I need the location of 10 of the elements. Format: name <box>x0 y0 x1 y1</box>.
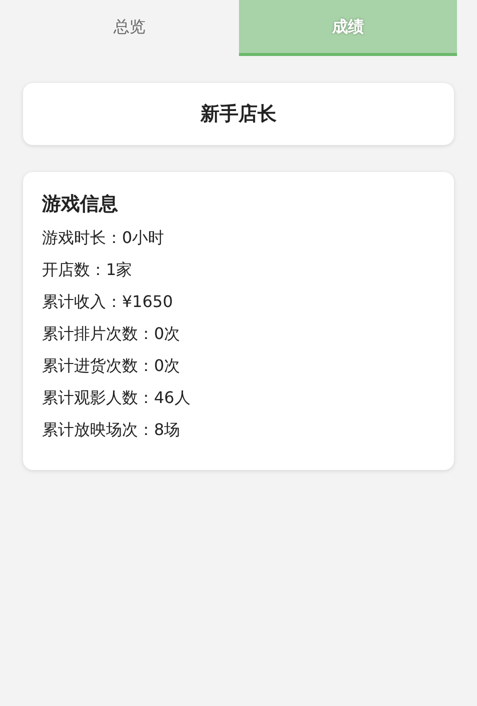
stat-line: 累计收入：¥1650 <box>42 291 174 313</box>
info-title: 游戏信息 <box>42 192 119 217</box>
stat-line: 累计排片次数：0次 <box>42 323 182 345</box>
tab[interactable]: 总览 <box>20 0 238 56</box>
rank-title: 新手店长 <box>200 102 276 127</box>
stat-line: 开店数：1家 <box>42 259 134 281</box>
stat-line: 累计放映场次：8场 <box>42 419 182 441</box>
stat-line: 累计进货次数：0次 <box>42 355 182 377</box>
stat-line: 游戏时长：0小时 <box>42 227 166 249</box>
stat-line: 累计观影人数：46人 <box>42 387 192 409</box>
